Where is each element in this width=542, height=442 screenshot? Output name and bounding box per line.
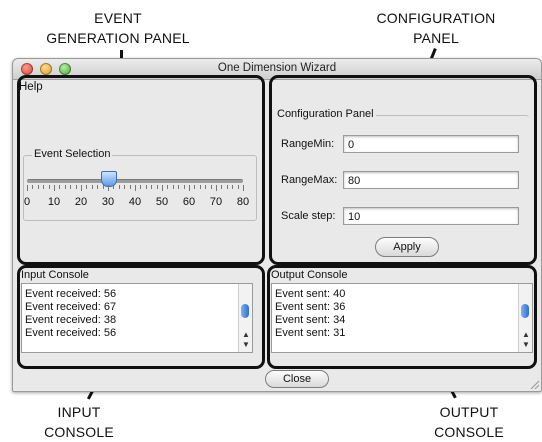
callout-input-console: INPUT CONSOLE <box>44 404 114 440</box>
highlight-output-console <box>267 265 537 369</box>
callout-event-generation: EVENT GENERATION PANEL <box>46 10 190 46</box>
callout-configuration: CONFIGURATION PANEL <box>376 10 496 46</box>
highlight-input-console <box>17 265 265 369</box>
close-button[interactable]: Close <box>265 370 329 388</box>
resize-grip-icon[interactable] <box>529 379 539 389</box>
app-window: One Dimension Wizard Help Event Selectio… <box>12 58 542 392</box>
highlight-config-panel <box>269 75 537 265</box>
window-title: One Dimension Wizard <box>217 62 337 74</box>
callout-output-console: OUTPUT CONSOLE <box>434 404 504 440</box>
highlight-event-panel <box>17 75 265 265</box>
